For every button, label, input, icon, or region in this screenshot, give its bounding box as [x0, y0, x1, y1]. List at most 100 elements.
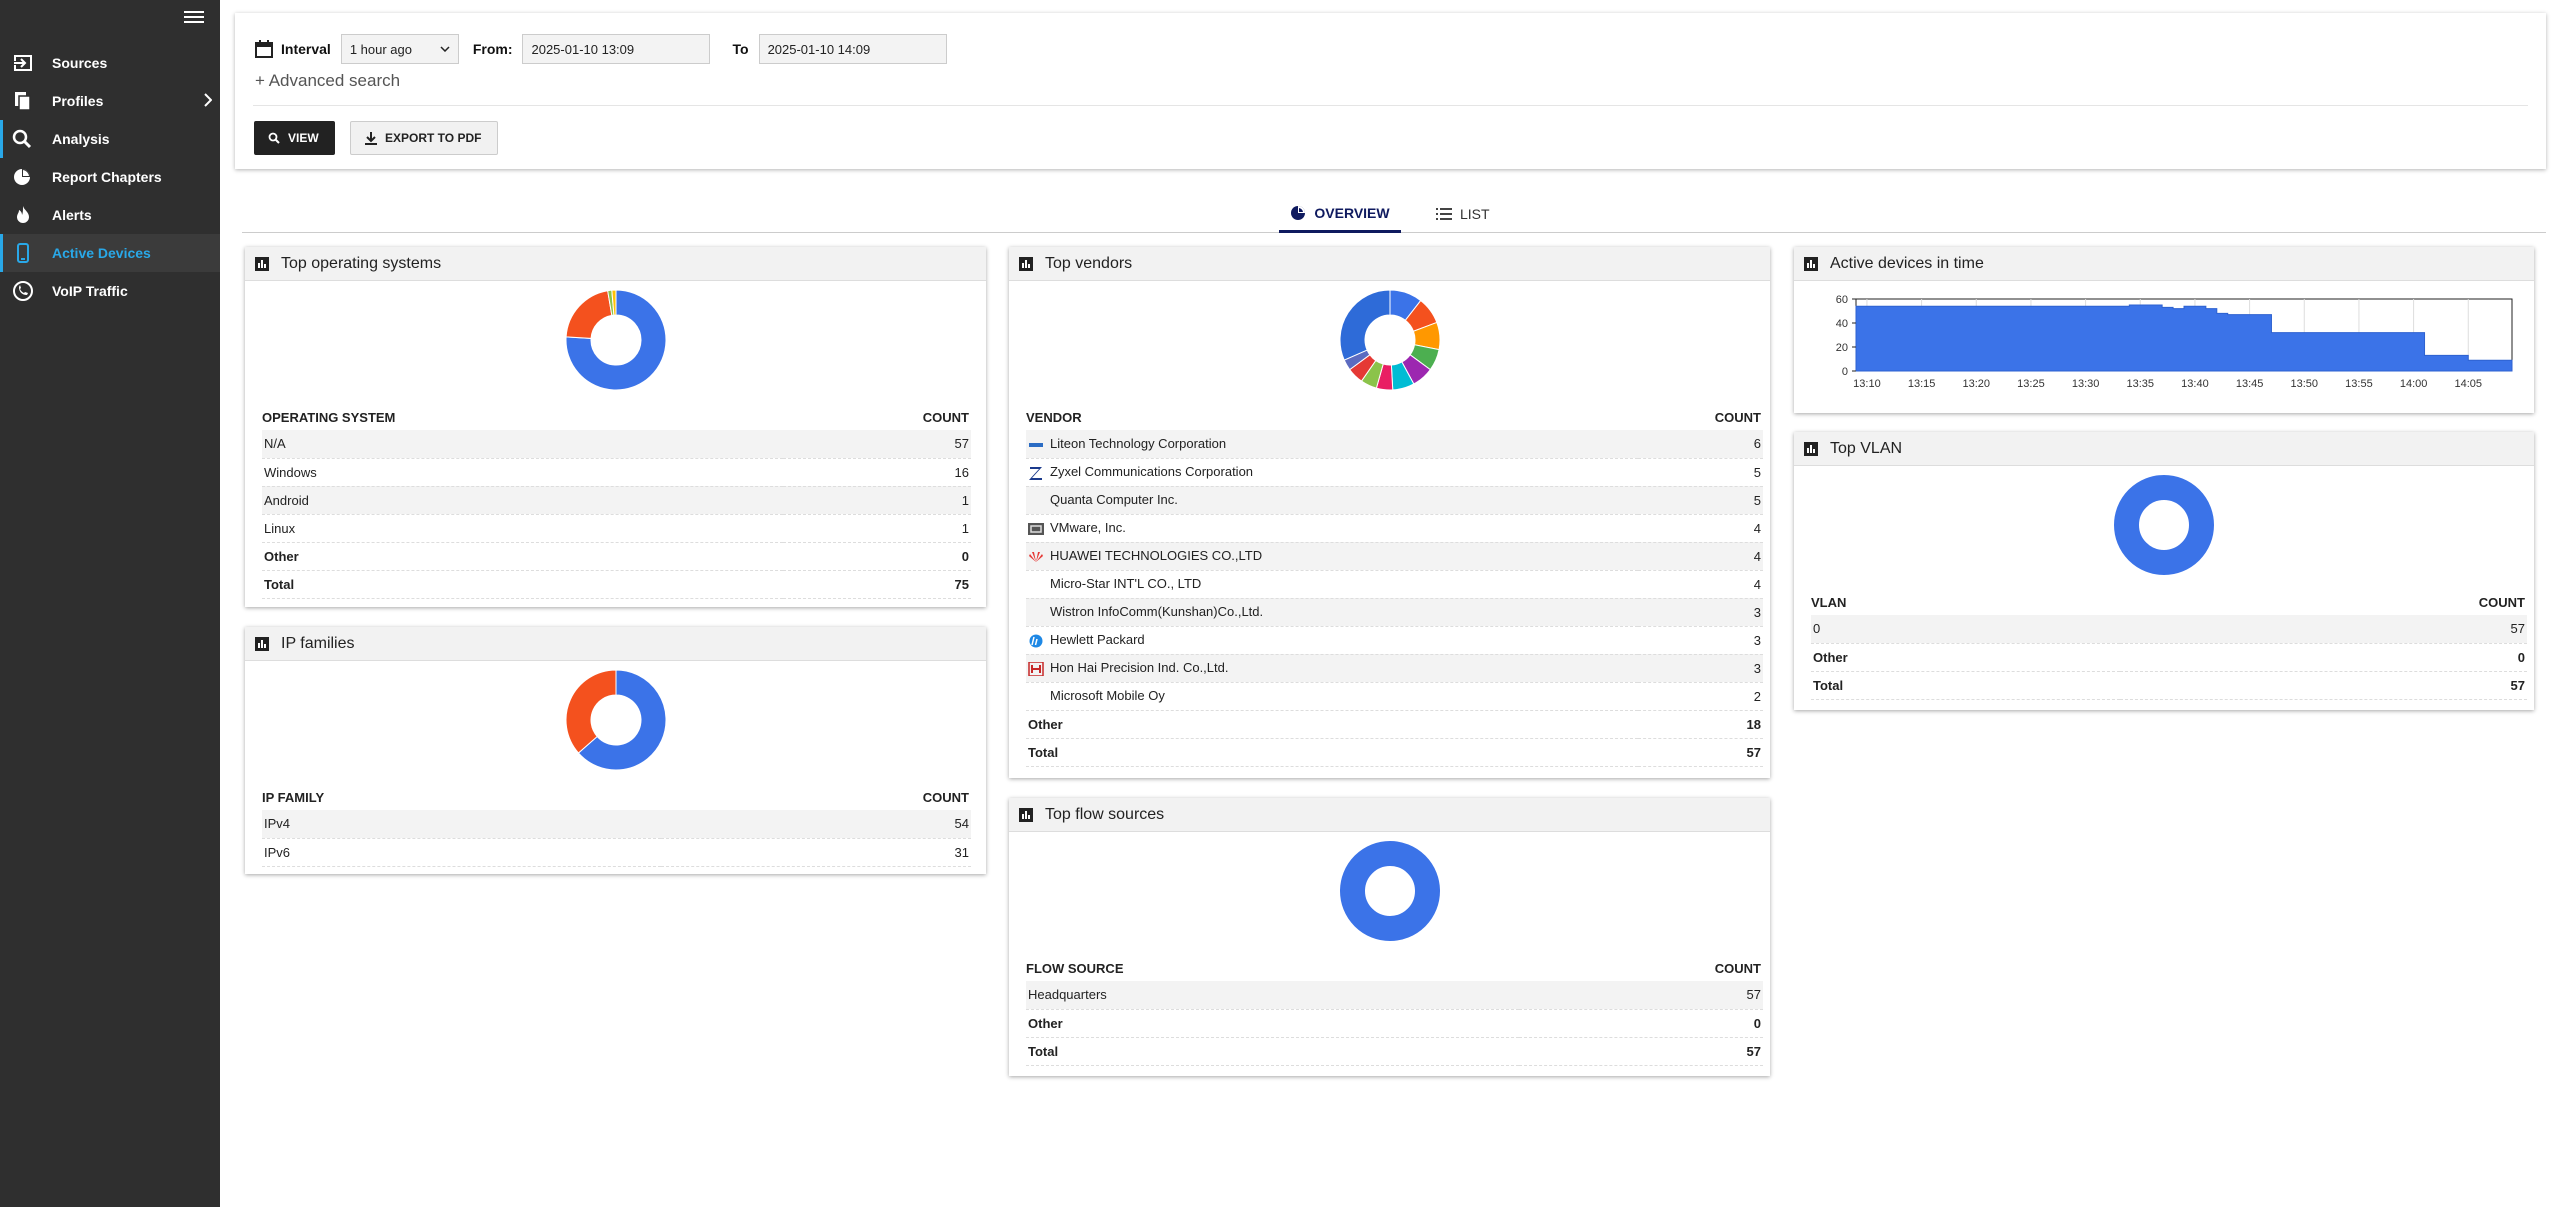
vendor-count: 4: [1638, 542, 1763, 571]
vendor-name: HUAWEI TECHNOLOGIES CO.,LTD: [1050, 548, 1263, 564]
table-row: Zyxel Communications Corporation 5: [1026, 458, 1763, 487]
bar-chart-icon: [1804, 441, 1818, 456]
column-header: COUNT: [2478, 594, 2525, 610]
table-row: N/A 57: [262, 430, 971, 459]
export-pdf-button[interactable]: EXPORT TO PDF: [350, 121, 498, 155]
flow-source-count: 57: [1519, 981, 1763, 1010]
panel-header: Top flow sources: [1009, 798, 1770, 832]
view-button[interactable]: VIEW: [254, 121, 335, 155]
vendor-count: 3: [1638, 626, 1763, 655]
vendor-name: Zyxel Communications Corporation: [1050, 464, 1254, 480]
tab-overview[interactable]: OVERVIEW: [1279, 195, 1401, 233]
sidebar-item-active-devices[interactable]: Active Devices: [0, 234, 220, 272]
honhai-logo-icon: [1028, 661, 1044, 676]
panel-header: IP families: [245, 627, 986, 661]
donut-slice-0: [2114, 475, 2214, 575]
total-count: 57: [1638, 738, 1763, 767]
from-date-input[interactable]: 2025-01-10 13:09: [522, 34, 711, 64]
vendor-icon-placeholder: [1028, 690, 1044, 704]
sidebar-item-sources[interactable]: Sources: [0, 44, 220, 82]
bar-chart-icon: [1019, 256, 1033, 271]
vendor-count: 2: [1638, 682, 1763, 711]
active-devices-in-time-panel: Active devices in time 0 20 40 60 13:10 13:15…: [1794, 247, 2534, 413]
view-tabs: OVERVIEW LIST: [242, 195, 2546, 233]
chevron-right-icon: [204, 93, 212, 107]
panel-header: Active devices in time: [1794, 247, 2534, 281]
panel-title: Top operating systems: [281, 254, 442, 272]
vendor-cell: HUAWEI TECHNOLOGIES CO.,LTD: [1026, 542, 1639, 571]
column-header: COUNT: [1714, 960, 1761, 976]
table-row: Quanta Computer Inc. 5: [1026, 486, 1763, 515]
bar-chart-icon: [1804, 256, 1818, 271]
table-row: Windows 16: [262, 458, 971, 487]
interval-select[interactable]: 1 hour ago: [340, 34, 459, 64]
total-row: Total 75: [262, 570, 971, 599]
x-tick-label: 14:05: [2455, 378, 2483, 390]
sidebar-item-label: Analysis: [52, 131, 110, 147]
flow-sources-table: FLOW SOURCE COUNT Headquarters 57 Other 0 T…: [1026, 955, 1763, 1066]
top-vendors-panel: Top vendors VENDOR COUNT Liteon Technolog…: [1009, 247, 1770, 778]
bar-chart-icon: [255, 256, 269, 271]
other-label: Other: [1026, 710, 1639, 739]
top-vlan-panel: Top VLAN VLAN COUNT 0 57 Other 0 Total 57: [1794, 432, 2534, 710]
table-row: HUAWEI TECHNOLOGIES CO.,LTD 4: [1026, 542, 1763, 571]
to-date-input[interactable]: 2025-01-10 14:09: [758, 34, 947, 64]
view-button-label: VIEW: [288, 131, 319, 145]
sidebar-item-report-chapters[interactable]: Report Chapters: [0, 158, 220, 196]
x-tick-label: 13:45: [2236, 378, 2264, 390]
advanced-search-link[interactable]: + Advanced search: [255, 71, 400, 91]
interval-row: Interval 1 hour ago From: 2025-01-10 13:…: [255, 33, 961, 65]
x-tick-label: 14:00: [2400, 378, 2428, 390]
sidebar-item-profiles[interactable]: Profiles: [0, 82, 220, 120]
panel-title: Top vendors: [1045, 254, 1133, 272]
x-tick-label: 13:20: [1963, 378, 1991, 390]
tab-list[interactable]: LIST: [1436, 195, 1516, 233]
from-label: From:: [472, 41, 513, 57]
table-row: Microsoft Mobile Oy 2: [1026, 682, 1763, 711]
vendor-icon-placeholder: [1028, 606, 1044, 620]
vendors-donut-chart: [1339, 289, 1441, 391]
y-tick-label: 20: [1836, 342, 1848, 354]
total-label: Total: [262, 570, 783, 599]
table-row: Micro-Star INT'L CO., LTD 4: [1026, 570, 1763, 599]
table-row: IPv6 31: [262, 838, 971, 867]
table-row: VMware, Inc. 4: [1026, 514, 1763, 543]
panel-title: Top flow sources: [1045, 805, 1165, 823]
hamburger-menu-icon[interactable]: [184, 8, 204, 26]
other-label: Other: [1026, 1009, 1520, 1038]
donut-slice-headquarters: [1340, 841, 1440, 941]
total-row: Total 57: [1026, 738, 1763, 767]
to-date-value: 2025-01-10 14:09: [767, 41, 871, 57]
vendor-cell: Quanta Computer Inc.: [1026, 486, 1639, 515]
table-row: Liteon Technology Corporation 6: [1026, 430, 1763, 459]
other-count: 18: [1638, 710, 1763, 739]
os-name: Android: [262, 486, 783, 515]
zyxel-logo-icon: [1029, 466, 1042, 480]
bar-chart-icon: [1019, 807, 1033, 822]
other-row: Other 18: [1026, 710, 1763, 739]
os-count: 57: [782, 430, 971, 459]
x-tick-label: 13:55: [2345, 378, 2373, 390]
other-row: Other 0: [1811, 643, 2527, 672]
vendor-name: Hewlett Packard: [1050, 632, 1145, 648]
sidebar-item-voip-traffic[interactable]: VoIP Traffic: [0, 272, 220, 310]
vendor-cell: Zyxel Communications Corporation: [1026, 458, 1639, 487]
total-count: 75: [782, 570, 971, 599]
sidebar-item-analysis[interactable]: Analysis: [0, 120, 220, 158]
os-table: OPERATING SYSTEM COUNT N/A 57 Windows 16 An…: [262, 404, 971, 599]
os-donut-chart: [565, 289, 667, 391]
vendor-count: 4: [1638, 514, 1763, 543]
ip-family-name: IPv6: [262, 838, 662, 867]
x-tick-label: 13:50: [2291, 378, 2319, 390]
other-row: Other 0: [1026, 1009, 1763, 1038]
table-row: Hon Hai Precision Ind. Co.,Ltd. 3: [1026, 654, 1763, 683]
vendor-name: Wistron InfoComm(Kunshan)Co.,Ltd.: [1050, 604, 1264, 620]
os-count: 16: [782, 458, 971, 487]
column-header: COUNT: [1714, 409, 1761, 425]
other-count: 0: [782, 542, 971, 571]
ip-family-name: IPv4: [262, 810, 662, 839]
panel-header: Top operating systems: [245, 247, 986, 281]
y-tick-label: 60: [1836, 294, 1848, 306]
documents-icon: [15, 92, 31, 111]
sidebar-item-alerts[interactable]: Alerts: [0, 196, 220, 234]
